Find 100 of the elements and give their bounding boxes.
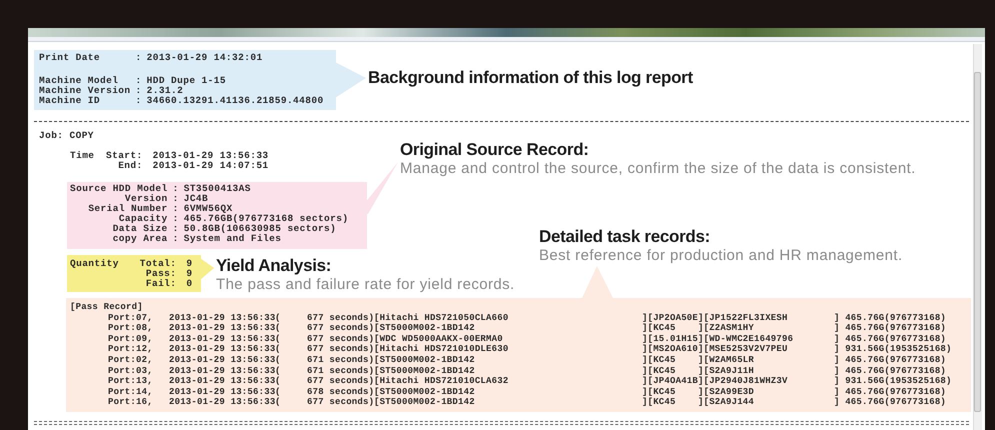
record-cell-text: Port:03, — [108, 366, 154, 376]
time-value: 2013-01-29 14:07:51 — [152, 161, 269, 171]
field-value: 34660.13291.41136.21859.44800 — [146, 96, 325, 106]
record-cell-text: ][KC45 — [642, 323, 677, 334]
record-cell: 2013-01-29 13:56:33 — [169, 386, 275, 398]
callout-title: Original Source Record: — [400, 140, 590, 160]
record-cell-text: ] 465.76G(976773168) — [834, 312, 948, 324]
record-cell-text: ( — [275, 354, 282, 366]
quantity-field-label: Total: — [140, 259, 176, 269]
record-cell: 2013-01-29 13:56:33 — [169, 323, 275, 334]
record-cell-text: ] 465.76G(976773168) — [834, 334, 948, 344]
record-cell: 677 seconds) — [307, 312, 374, 324]
record-cell-text: Port:12, — [108, 344, 154, 355]
record-cell: 2013-01-29 13:56:33 — [169, 312, 275, 324]
field-value: 2.31.2 — [146, 86, 184, 96]
quantity-value: 9 — [186, 259, 194, 269]
callout-title: Background information of this log report — [368, 68, 693, 88]
callout-text: The pass and failure rate for yield records. — [216, 276, 515, 293]
record-cell-text: ] 465.76G(976773168) — [834, 323, 948, 334]
record-cell-text: ][KC45 — [642, 386, 677, 398]
callout-text: Manage and control the source, confirm the size of the data is consistent. — [400, 160, 916, 177]
quantity-value: 0 — [186, 279, 194, 289]
callout-title: Yield Analysis: — [216, 256, 332, 276]
record-cell-text: ( — [275, 397, 282, 408]
callout-text: Best reference for production and HR management. — [539, 247, 903, 264]
record-cell-text: ( — [275, 312, 282, 324]
record-cell-text: Port:14, — [108, 386, 154, 398]
record-cell-text: ] 465.76G(976773168) — [834, 386, 948, 398]
field-value: 2013-01-29 14:32:01 — [146, 53, 264, 63]
field-value: 6VMW56QX — [184, 204, 234, 214]
record-cell: 2013-01-29 13:56:33 — [169, 366, 275, 376]
job-line: Job: COPY — [39, 131, 94, 141]
record-cell: 2013-01-29 13:56:33 — [169, 344, 275, 355]
record-cell: 677 seconds) — [307, 334, 374, 344]
record-cell-text: ][KC45 — [642, 354, 677, 366]
field-separator: : — [172, 234, 179, 244]
section-title: [Pass Record] — [70, 302, 143, 313]
quantity-field-label: Fail: — [146, 279, 176, 289]
time-label: Time — [70, 151, 96, 161]
record-cell: ][JP2OA50E — [642, 312, 698, 324]
record-cell: 671 seconds) — [307, 366, 374, 376]
record-cell-text: [ST5000M002-1BD142 — [374, 323, 476, 334]
callout-title: Detailed task records: — [539, 227, 712, 247]
record-cell-text: ] 465.76G(976773168) — [834, 354, 948, 366]
field-label: Capacity — [118, 214, 168, 224]
field-label: Serial Number — [88, 204, 168, 214]
record-cell-text: [WDC WD5000AAKX-00ERMA0 — [374, 334, 504, 344]
record-cell-text: Port:13, — [108, 376, 154, 387]
field-label: Print Date — [39, 53, 102, 63]
field-label: Source HDD Model — [70, 184, 168, 194]
record-cell-text: ][W2AM65LR — [698, 354, 756, 366]
field-value: ST3500413AS — [184, 184, 252, 194]
record-cell-text: [Hitachi HDS721010CLA632 — [374, 376, 510, 387]
record-cell-text: ][WD-WMC2E1649796 — [698, 334, 794, 344]
field-value: 465.76GB(976773168 sectors) — [184, 214, 350, 224]
field-separator: : — [172, 184, 179, 194]
record-cell-text: ][KC45 — [642, 366, 677, 376]
record-cell: 677 seconds) — [307, 323, 374, 334]
scrollbar[interactable] — [973, 44, 982, 430]
field-separator: : — [136, 53, 142, 63]
scrollbar-thumb[interactable] — [974, 72, 981, 412]
record-cell-text: [Hitachi HDS721010DLE630 — [374, 344, 510, 355]
record-cell: 677 seconds) — [307, 376, 374, 387]
time-field-label: Start: — [106, 151, 143, 161]
record-cell-text: Port:16, — [108, 397, 154, 408]
field-separator: : — [172, 194, 179, 204]
field-separator: : — [172, 214, 179, 224]
field-label: Version — [124, 194, 168, 204]
field-separator: : — [172, 224, 179, 234]
record-cell-text: ( — [275, 344, 282, 355]
record-cell: ][MS2OA610 — [642, 344, 698, 355]
record-cell: 2013-01-29 13:56:33 — [169, 397, 275, 408]
quantity-field-label: Pass: — [146, 269, 176, 279]
record-cell-text: [ST5000M002-1BD142 — [374, 366, 476, 376]
field-separator: : — [172, 204, 179, 214]
record-cell-text: Port:08, — [108, 323, 154, 334]
field-value: 50.8GB(106630985 sectors) — [184, 224, 338, 234]
record-cell-text: ][KC45 — [642, 397, 677, 408]
record-cell-text: [ST5000M002-1BD142 — [374, 354, 476, 366]
record-cell-text: ] 465.76G(976773168) — [834, 397, 948, 408]
record-cell-text: ][S2A9J11H — [698, 366, 756, 376]
record-cell-text: ][S2A99E3D — [698, 386, 756, 398]
record-cell-text: Port:09, — [108, 334, 154, 344]
record-cell-text: ( — [275, 366, 282, 376]
field-label: copy Area — [112, 234, 168, 244]
field-value: System and Files — [184, 234, 282, 244]
record-cell: 671 seconds) — [307, 354, 374, 366]
field-separator: : — [136, 86, 142, 96]
record-cell: 678 seconds) — [307, 386, 374, 398]
record-cell-text: ][JP1522FL3IXESH — [698, 312, 789, 324]
field-value: JC4B — [184, 194, 210, 204]
record-cell-text: ] 465.76G(976773168) — [834, 366, 948, 376]
field-label: Machine Version — [39, 86, 131, 96]
record-cell-text: ( — [275, 376, 282, 387]
record-cell: 2013-01-29 13:56:33 — [169, 334, 275, 344]
record-cell-text: ( — [275, 386, 282, 398]
record-cell-text: ] 931.56G(1953525168) — [834, 344, 953, 355]
record-cell: 677 seconds) — [307, 344, 374, 355]
record-cell: 677 seconds) — [307, 397, 374, 408]
quantity-value: 9 — [186, 269, 194, 279]
